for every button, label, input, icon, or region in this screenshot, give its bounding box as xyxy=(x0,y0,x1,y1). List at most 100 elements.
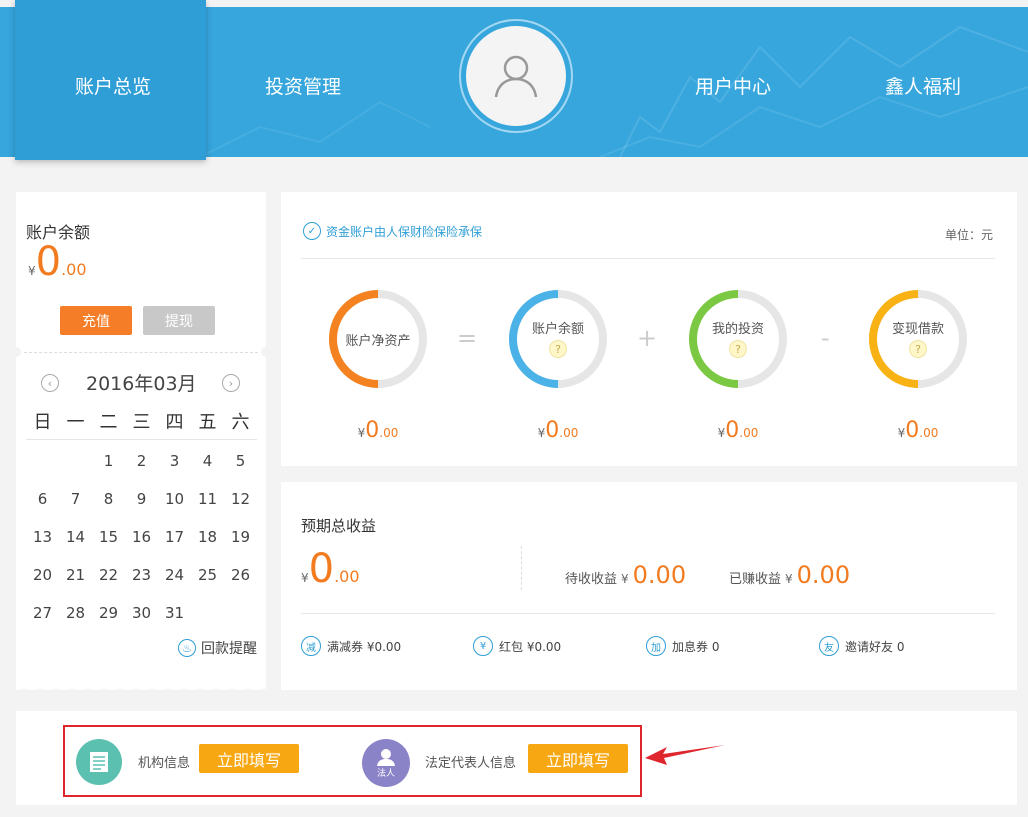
calendar-day[interactable]: 23 xyxy=(125,558,158,596)
help-icon[interactable]: ? xyxy=(909,340,927,358)
asset-value: ¥0.00 xyxy=(507,420,609,442)
legal-person-badge: 法人 xyxy=(376,768,395,779)
bonus-item[interactable]: 减满减券 ¥0.00 xyxy=(301,636,401,656)
fill-legal-rep-button[interactable]: 立即填写 xyxy=(528,744,628,773)
pending-income-label: 待收收益 xyxy=(565,572,618,587)
calendar-day[interactable]: 6 xyxy=(26,482,59,520)
asset-ring-label: 账户净资产 xyxy=(345,334,411,349)
document-icon xyxy=(76,739,122,785)
org-info-label: 机构信息 xyxy=(138,756,191,771)
divider xyxy=(301,258,995,259)
earned-income-label: 已赚收益 xyxy=(729,572,782,587)
calendar-day[interactable]: 31 xyxy=(158,596,191,634)
pending-income: 待收收益 ¥ 0.00 xyxy=(565,561,686,589)
calendar-day[interactable]: 13 xyxy=(26,520,59,558)
calendar-day[interactable]: 15 xyxy=(92,520,125,558)
calendar-day[interactable]: 8 xyxy=(92,482,125,520)
calendar-day[interactable]: 14 xyxy=(59,520,92,558)
calendar-day[interactable]: 4 xyxy=(191,444,224,482)
calendar-day[interactable]: 10 xyxy=(158,482,191,520)
asset-ring: 账户净资产 xyxy=(327,288,429,390)
progress-ring-icon xyxy=(509,290,607,388)
fill-org-info-button[interactable]: 立即填写 xyxy=(199,744,299,773)
calendar-day[interactable]: 2 xyxy=(125,444,158,482)
calendar-day[interactable]: 26 xyxy=(224,558,257,596)
divider xyxy=(521,546,522,590)
balance-integer: 0 xyxy=(35,239,62,285)
help-icon[interactable]: ? xyxy=(729,340,747,358)
calendar-day[interactable]: 21 xyxy=(59,558,92,596)
expected-income-title: 预期总收益 xyxy=(301,517,377,535)
calendar-day[interactable]: 30 xyxy=(125,596,158,634)
avatar[interactable] xyxy=(466,26,566,126)
calendar-prev-icon[interactable]: ‹ xyxy=(41,374,59,392)
calendar-day[interactable]: 17 xyxy=(158,520,191,558)
calendar-day[interactable]: 28 xyxy=(59,596,92,634)
operator-symbol: = xyxy=(457,324,478,352)
insurance-note[interactable]: ✓ 资金账户由人保财险保险承保 xyxy=(303,222,482,240)
calendar-day[interactable]: 19 xyxy=(224,520,257,558)
expected-income-panel: 预期总收益 ¥0.00 待收收益 ¥ 0.00 已赚收益 ¥ 0.00 减满减券… xyxy=(281,482,1017,690)
calendar-day[interactable]: 25 xyxy=(191,558,224,596)
balance-calendar-panel: 账户余额 ¥0.00 充值 提现 ‹ 2016年03月 › 日一二三四五六 12… xyxy=(11,192,271,695)
asset-ring-label: 我的投资 xyxy=(711,322,764,337)
weekday-label: 二 xyxy=(99,412,118,433)
calendar-month: 2016年03月 xyxy=(86,373,197,395)
calendar-day[interactable]: 22 xyxy=(92,558,125,596)
calendar-day[interactable]: 1 xyxy=(92,444,125,482)
income-decimal: .00 xyxy=(334,567,360,586)
bonus-icon: 加 xyxy=(646,636,666,656)
bonus-item[interactable]: 加加息券 0 xyxy=(646,636,719,656)
bonus-icon: 友 xyxy=(819,636,839,656)
calendar-day[interactable]: 24 xyxy=(158,558,191,596)
asset-ring-label: 账户余额 xyxy=(531,322,584,337)
calendar-next-icon[interactable]: › xyxy=(222,374,240,392)
calendar-day[interactable]: 11 xyxy=(191,482,224,520)
calendar-day[interactable]: 20 xyxy=(26,558,59,596)
calendar-day[interactable]: 27 xyxy=(26,596,59,634)
calendar-day[interactable]: 18 xyxy=(191,520,224,558)
nav-account-overview[interactable]: 账户总览 xyxy=(75,72,151,99)
calendar-day[interactable]: 12 xyxy=(224,482,257,520)
currency-symbol: ¥ xyxy=(621,572,629,586)
repayment-reminder-link[interactable]: ♨ 回款提醒 xyxy=(178,638,257,658)
legal-rep-info-label: 法定代表人信息 xyxy=(425,756,517,771)
weekday-label: 一 xyxy=(66,412,85,433)
asset-value-decimal: .00 xyxy=(379,426,399,440)
calendar-day[interactable]: 3 xyxy=(158,444,191,482)
bonus-icon: ¥ xyxy=(473,636,493,656)
calendar-weekday-header: 日一二三四五六 xyxy=(26,408,257,440)
pending-income-value: 0.00 xyxy=(632,561,687,589)
nav-user-center[interactable]: 用户中心 xyxy=(695,72,771,99)
notch xyxy=(11,347,21,357)
asset-value-decimal: .00 xyxy=(559,426,579,440)
asset-ring: 账户余额? xyxy=(507,288,609,390)
operator-symbol: + xyxy=(637,324,658,352)
calendar-day[interactable]: 16 xyxy=(125,520,158,558)
progress-ring-icon xyxy=(689,290,787,388)
nav-investment-management[interactable]: 投资管理 xyxy=(265,72,341,99)
weekday-label: 四 xyxy=(165,412,184,433)
unit-label: 单位：元 xyxy=(944,228,993,242)
help-icon[interactable]: ? xyxy=(549,340,567,358)
nav-welfare[interactable]: 鑫人福利 xyxy=(885,72,961,99)
asset-value-integer: 0 xyxy=(725,418,740,443)
bonus-text: 红包 ¥0.00 xyxy=(499,639,562,654)
withdraw-button[interactable]: 提现 xyxy=(143,306,215,335)
asset-value: ¥0.00 xyxy=(327,420,429,442)
calendar-day[interactable]: 7 xyxy=(59,482,92,520)
bonus-item[interactable]: 友邀请好友 0 xyxy=(819,636,904,656)
calendar-day[interactable]: 29 xyxy=(92,596,125,634)
shield-icon: ✓ xyxy=(303,222,321,240)
asset-value-integer: 0 xyxy=(545,418,560,443)
divider xyxy=(301,613,995,614)
calendar-day[interactable]: 9 xyxy=(125,482,158,520)
expected-income-total: ¥0.00 xyxy=(301,549,360,589)
asset-value-decimal: .00 xyxy=(919,426,939,440)
recharge-button[interactable]: 充值 xyxy=(60,306,132,335)
bonus-item[interactable]: ¥ 红包 ¥0.00 xyxy=(473,636,561,656)
asset-ring-label: 变现借款 xyxy=(891,322,944,337)
calendar-empty-cell xyxy=(59,444,92,482)
calendar-day[interactable]: 5 xyxy=(224,444,257,482)
divider xyxy=(24,352,258,353)
